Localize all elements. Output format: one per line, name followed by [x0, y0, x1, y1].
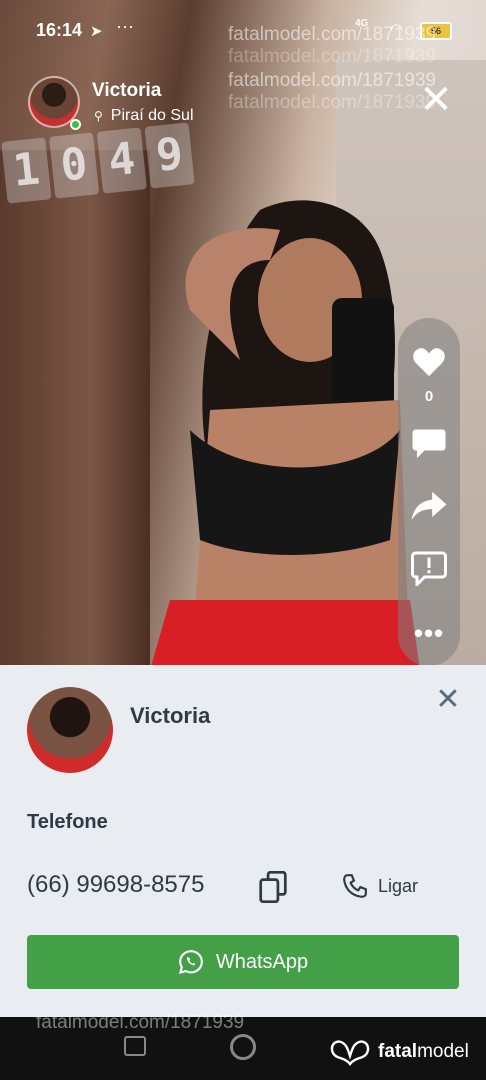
report-button[interactable] — [398, 550, 460, 586]
comment-icon — [412, 429, 446, 458]
contact-sheet: Victoria ✕ Telefone (66) 99698-8575 Liga… — [0, 665, 486, 1017]
door-background — [0, 150, 150, 668]
copy-icon — [259, 870, 287, 904]
watermark: fatalmodel.com/1871939 — [36, 1012, 245, 1033]
person-figure — [150, 200, 420, 668]
online-status-dot — [70, 119, 81, 130]
report-icon — [411, 551, 447, 586]
close-viewer-button[interactable]: ✕ — [414, 80, 458, 124]
gallery-icon[interactable] — [124, 1036, 146, 1056]
watermark: fatalmodel.com/1871939 — [228, 24, 437, 45]
share-button[interactable] — [398, 490, 460, 522]
copy-phone-button[interactable] — [258, 870, 288, 904]
clock-digit: 0 — [49, 132, 100, 199]
close-sheet-button[interactable]: ✕ — [432, 685, 464, 717]
like-count: 0 — [424, 388, 434, 405]
watermark: fatalmodel.com/1871939 — [228, 70, 437, 91]
clock-digit: 9 — [144, 122, 195, 189]
whatsapp-button[interactable]: WhatsApp — [27, 935, 459, 989]
contact-name: Victoria — [130, 703, 211, 728]
brand-name-part2: model — [417, 1041, 469, 1062]
clock-digit: 1 — [1, 137, 52, 204]
more-options-button[interactable]: ••• — [398, 618, 460, 649]
location-label: Piraí do Sul — [110, 107, 194, 124]
brand-name-part1: fatal — [378, 1041, 418, 1062]
header-name[interactable]: Victoria — [92, 80, 161, 102]
butterfly-logo-icon — [330, 1040, 370, 1066]
share-arrow-icon — [411, 491, 447, 521]
phone-label: Telefone — [27, 811, 108, 833]
location-pin-icon: ⚲ — [94, 109, 103, 123]
call-label: Ligar — [378, 875, 419, 896]
watermark: fatalmodel.com/1871939 — [228, 92, 437, 113]
status-time: 16:14 — [36, 20, 83, 40]
whatsapp-label: WhatsApp — [215, 950, 309, 973]
telegram-icon: ➤ — [90, 23, 103, 40]
phone-icon — [343, 874, 367, 898]
camera-icon[interactable] — [230, 1034, 256, 1060]
heart-icon — [413, 348, 445, 377]
phone-number: (66) 99698-8575 — [27, 871, 205, 898]
header-location: ⚲ Piraí do Sul — [94, 107, 194, 125]
more-notifications-icon: ··· — [116, 16, 134, 36]
contact-avatar — [27, 687, 113, 773]
action-rail: 0 ••• — [398, 318, 460, 666]
whatsapp-icon — [178, 950, 203, 975]
brand-logo: fatalmodel — [330, 1036, 469, 1068]
call-button[interactable]: Ligar — [342, 873, 418, 899]
watermark: fatalmodel.com/1871939 — [228, 46, 437, 67]
like-button[interactable] — [398, 346, 460, 378]
clock-digit: 4 — [96, 127, 147, 194]
comment-button[interactable] — [398, 426, 460, 460]
